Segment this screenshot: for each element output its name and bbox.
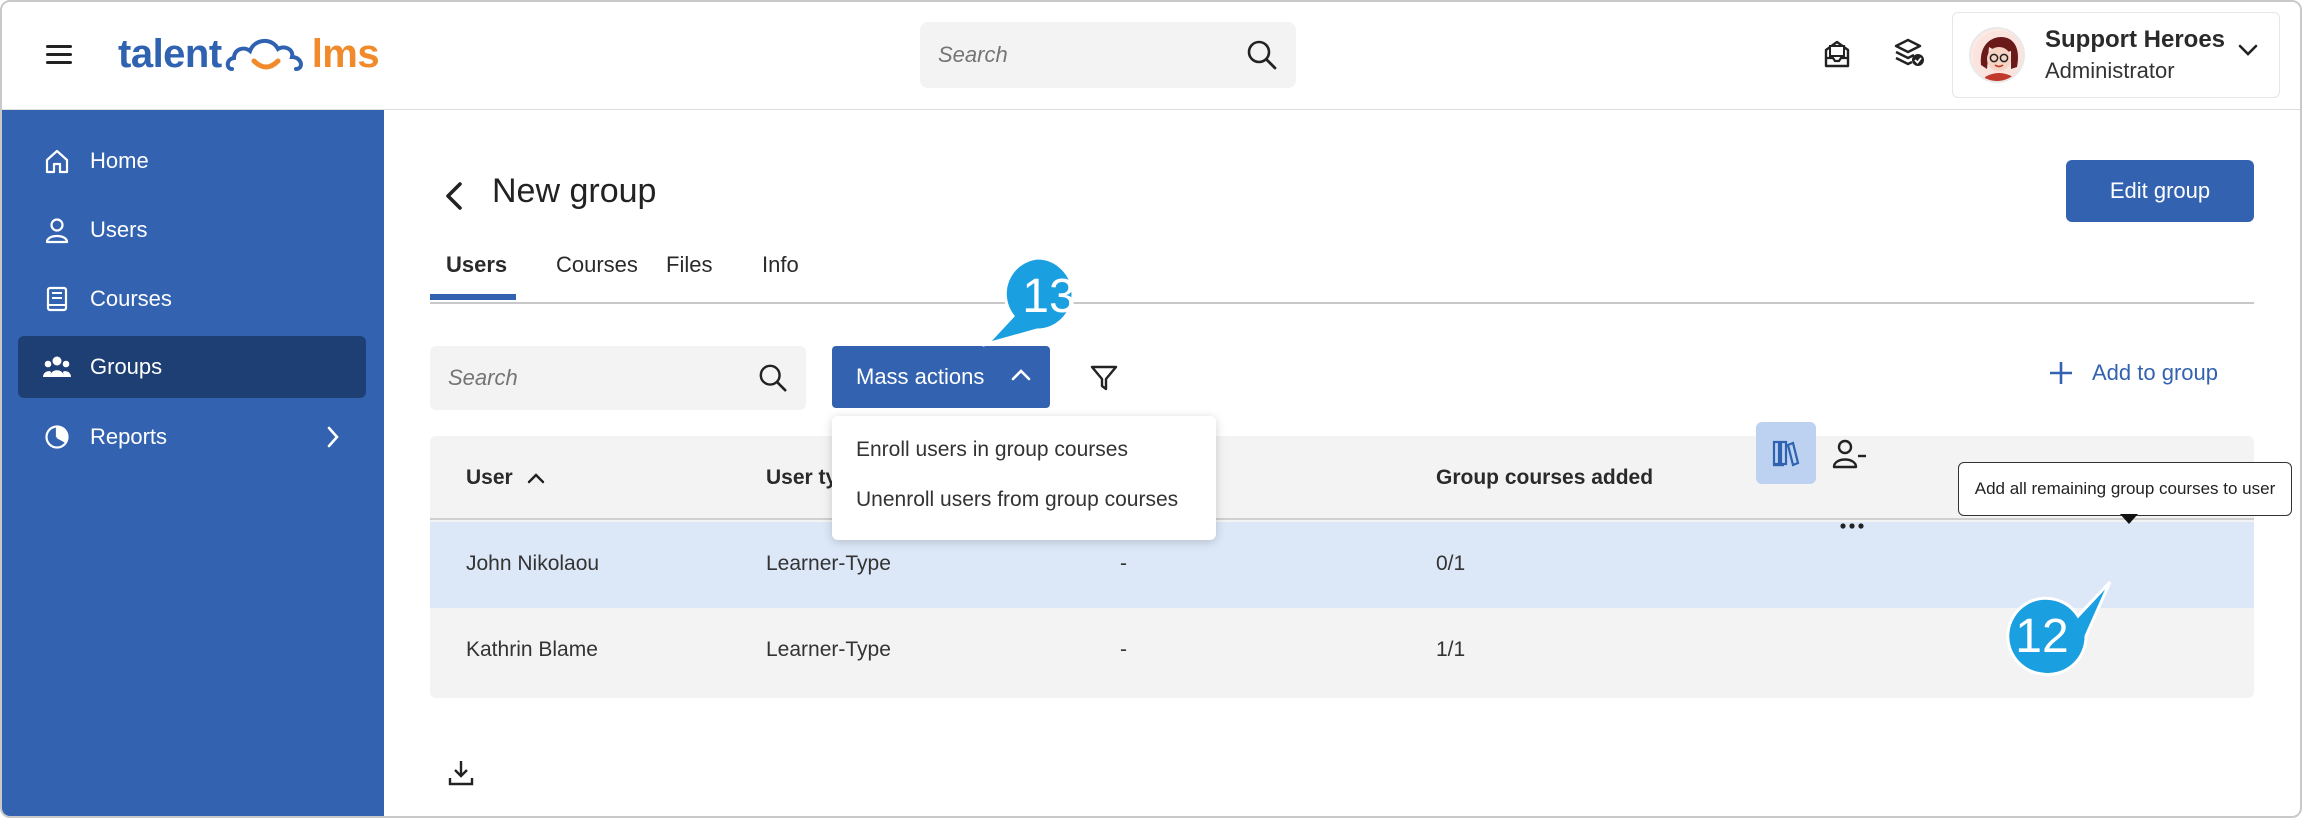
callout-marker-13: 13 — [982, 256, 1076, 347]
more-dots-icon — [1840, 523, 1864, 529]
app-window: talent lms Search Support Heroes Adminis… — [0, 0, 2302, 818]
layers-badge-icon[interactable] — [1892, 36, 1926, 70]
row-more-options-button[interactable] — [1832, 514, 1872, 538]
sidebar-item-reports[interactable]: Reports — [18, 406, 366, 468]
cell-group-courses-added: 0/1 — [1436, 552, 1466, 575]
column-header-user[interactable]: User — [466, 466, 545, 490]
remove-user-button[interactable] — [1830, 434, 1870, 474]
cell-value: - — [1120, 552, 1127, 575]
add-to-group-button[interactable]: Add to group — [2048, 360, 2218, 386]
mass-actions-label: Mass actions — [856, 364, 985, 389]
filter-icon[interactable] — [1088, 362, 1120, 394]
user-minus-icon — [1832, 439, 1866, 469]
menu-item-unenroll-users[interactable]: Unenroll users from group courses — [856, 488, 1178, 512]
sidebar-item-label: Groups — [90, 354, 163, 379]
callout-marker-12: 12 — [2006, 580, 2112, 676]
sidebar-item-label: Courses — [90, 286, 172, 311]
plus-icon — [2050, 362, 2072, 384]
hamburger-menu-icon[interactable] — [44, 40, 74, 70]
sidebar: Home Users Courses Groups Reports — [2, 110, 384, 816]
add-to-group-label: Add to group — [2092, 360, 2218, 385]
sidebar-item-users[interactable]: Users — [18, 199, 366, 261]
top-bar: talent lms Search Support Heroes Adminis… — [2, 2, 2300, 110]
users-search-field[interactable] — [430, 346, 806, 410]
user-icon — [42, 215, 72, 245]
cell-value: - — [1120, 638, 1127, 661]
global-search-input[interactable] — [938, 42, 1246, 68]
chevron-right-icon — [327, 426, 339, 448]
tooltip-arrow — [2120, 514, 2138, 524]
tab-info[interactable]: Info — [762, 252, 799, 278]
menu-item-enroll-users[interactable]: Enroll users in group courses — [856, 438, 1128, 462]
global-search-field[interactable] — [920, 22, 1296, 88]
page-title: New group — [492, 172, 657, 210]
table-row[interactable]: John Nikolaou Learner-Type - 0/1 — [430, 522, 2254, 608]
tab-files[interactable]: Files — [666, 252, 712, 278]
mass-actions-button[interactable]: Mass actions — [832, 346, 1050, 408]
cell-user: Kathrin Blame — [466, 638, 598, 661]
users-search-input[interactable] — [448, 365, 758, 391]
callout-number: 12 — [2015, 610, 2068, 663]
download-icon[interactable] — [446, 758, 476, 788]
talentlms-logo[interactable]: talent lms — [118, 24, 380, 84]
column-header-group-courses-added[interactable]: Group courses added — [1436, 466, 1653, 490]
sidebar-item-label: Home — [90, 148, 149, 173]
inbox-icon[interactable] — [1820, 36, 1854, 70]
groups-icon — [42, 352, 72, 382]
chevron-down-icon[interactable] — [2237, 43, 2259, 57]
back-arrow-icon[interactable] — [442, 178, 466, 214]
sidebar-item-label: Reports — [90, 424, 168, 449]
cell-user-type: Learner-Type — [766, 638, 891, 661]
tab-courses[interactable]: Courses — [556, 252, 638, 278]
enroll-tooltip: Add all remaining group courses to user — [1958, 462, 2292, 516]
group-tabs: Users Courses Files Info — [430, 240, 2254, 304]
sidebar-item-courses[interactable]: Courses — [18, 268, 366, 330]
book-icon — [42, 284, 72, 314]
edit-group-button[interactable]: Edit group — [2066, 160, 2254, 222]
table-row[interactable]: Kathrin Blame Learner-Type - 1/1 — [430, 608, 2254, 694]
cell-group-courses-added: 1/1 — [1436, 638, 1466, 661]
home-icon — [42, 146, 72, 176]
sidebar-item-groups[interactable]: Groups — [18, 336, 366, 398]
avatar — [1969, 27, 2025, 83]
enroll-remaining-courses-button[interactable] — [1756, 422, 1816, 484]
chevron-up-icon — [1011, 369, 1031, 381]
callout-number: 13 — [1022, 270, 1075, 323]
cloud-logo-icon — [225, 39, 303, 71]
books-enroll-icon — [1772, 440, 1800, 467]
user-name: Support Heroes — [2045, 26, 2226, 53]
active-tab-indicator — [430, 294, 516, 300]
cell-user: John Nikolaou — [466, 552, 600, 575]
column-header-user-type[interactable]: User ty — [766, 466, 837, 490]
cell-user-type: Learner-Type — [766, 552, 891, 575]
pie-chart-icon — [42, 422, 72, 452]
search-icon[interactable] — [758, 363, 788, 393]
sidebar-item-home[interactable]: Home — [18, 130, 366, 192]
search-icon[interactable] — [1246, 39, 1278, 71]
mass-actions-menu: Enroll users in group courses Unenroll u… — [832, 416, 1216, 540]
tab-users[interactable]: Users — [446, 252, 507, 278]
sidebar-item-label: Users — [90, 217, 148, 242]
sort-ascending-icon — [527, 473, 544, 484]
user-role: Administrator — [2045, 58, 2175, 83]
user-profile-menu[interactable]: Support Heroes Administrator — [1952, 12, 2280, 98]
